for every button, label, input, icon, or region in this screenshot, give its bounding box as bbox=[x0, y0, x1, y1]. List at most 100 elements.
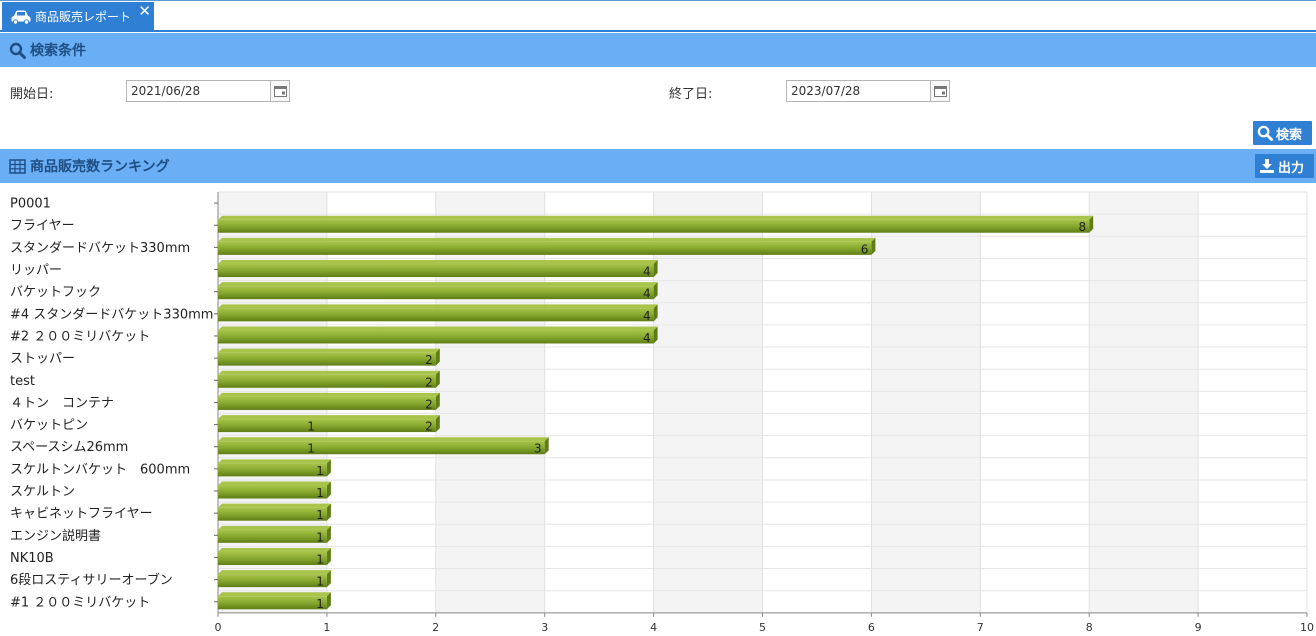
data-label: 4 bbox=[643, 309, 651, 323]
data-label: 1 bbox=[316, 552, 324, 566]
bar bbox=[218, 286, 654, 300]
x-tick-label: 4 bbox=[650, 621, 657, 634]
grid-band bbox=[871, 192, 981, 613]
category-label: P0001 bbox=[10, 197, 51, 212]
bar-top-face bbox=[218, 215, 1094, 220]
bar bbox=[218, 485, 327, 499]
data-label: 8 bbox=[1079, 220, 1087, 234]
ranking-section-header: 商品販売数ランキング 出力 bbox=[0, 149, 1316, 183]
bar-top-face bbox=[218, 481, 331, 486]
data-label: 6 bbox=[861, 242, 869, 256]
data-label: 1 bbox=[316, 575, 324, 589]
search-button-label: 検索 bbox=[1276, 127, 1303, 143]
x-tick-label: 8 bbox=[1086, 621, 1093, 634]
category-label: スケルトン bbox=[10, 485, 75, 500]
bar bbox=[218, 308, 654, 322]
bar bbox=[218, 264, 654, 278]
sales-ranking-chart: 0 1 2 3 4 5 6 7 8 9 10 P0001 フライヤー 8 スタンダードバケット330mm 6 リ… bbox=[10, 191, 1314, 634]
search-section-title: 検索条件 bbox=[30, 43, 86, 59]
bar-top-face bbox=[218, 570, 331, 575]
data-label: 2 bbox=[425, 353, 433, 367]
bar-top-face bbox=[218, 370, 440, 375]
bar-top-face bbox=[218, 237, 876, 242]
bar-top-face bbox=[218, 525, 331, 530]
end-date-input[interactable] bbox=[787, 81, 933, 101]
download-icon bbox=[1260, 159, 1274, 173]
bar-top-face bbox=[218, 260, 658, 265]
bar bbox=[218, 574, 327, 588]
bar bbox=[218, 507, 327, 521]
bar bbox=[218, 241, 872, 255]
data-label: 2 bbox=[425, 397, 433, 411]
category-label: 6段ロスティサリーオーブン bbox=[10, 572, 173, 588]
bar bbox=[218, 551, 327, 565]
tab-strip: 商品販売レポート ✕ bbox=[0, 0, 1316, 32]
category-label: スペースシム26mm bbox=[10, 440, 128, 455]
x-tick-label: 9 bbox=[1195, 621, 1202, 634]
search-button[interactable]: 検索 bbox=[1253, 121, 1312, 145]
end-date-picker bbox=[786, 80, 950, 102]
category-label: スタンダードバケット330mm bbox=[10, 241, 190, 256]
car-icon bbox=[11, 10, 31, 25]
bar-top-face bbox=[218, 326, 658, 331]
x-tick-label: 2 bbox=[432, 621, 439, 634]
search-form: 開始日: 終了日: 検索 bbox=[0, 67, 1316, 149]
category-label: フライヤー bbox=[10, 219, 75, 234]
category-label: バケットフック bbox=[10, 285, 101, 300]
data-label-inner: 1 bbox=[307, 420, 315, 434]
bar-top-face bbox=[218, 282, 658, 287]
search-section-header: 検索条件 bbox=[0, 33, 1316, 67]
bar-top-face bbox=[218, 459, 331, 464]
export-button-label: 出力 bbox=[1278, 160, 1305, 176]
x-tick-label: 6 bbox=[868, 621, 875, 634]
bar bbox=[218, 529, 327, 543]
ranking-section-title: 商品販売数ランキング bbox=[30, 159, 170, 175]
data-label: 3 bbox=[534, 442, 542, 456]
category-label: NK10B bbox=[10, 551, 54, 566]
category-label: バケットピン bbox=[10, 418, 88, 433]
bar-top-face bbox=[218, 437, 549, 442]
data-label: 4 bbox=[643, 287, 651, 301]
x-tick-label: 7 bbox=[977, 621, 984, 634]
bar bbox=[218, 463, 327, 477]
bar-top-face bbox=[218, 547, 331, 552]
category-label: エンジン説明書 bbox=[10, 528, 101, 544]
data-label: 2 bbox=[425, 420, 433, 434]
calendar-icon[interactable] bbox=[930, 81, 949, 101]
grid-band bbox=[435, 192, 545, 613]
x-tick-label: 0 bbox=[215, 621, 222, 634]
x-tick-label: 1 bbox=[323, 621, 330, 634]
data-label: 4 bbox=[643, 265, 651, 279]
calendar-icon[interactable] bbox=[270, 81, 289, 101]
data-label: 1 bbox=[316, 597, 324, 611]
x-tick-label: 10 bbox=[1300, 621, 1314, 634]
bar bbox=[218, 396, 436, 410]
category-label: ストッパー bbox=[10, 352, 75, 367]
bar bbox=[218, 219, 1090, 233]
close-icon[interactable]: ✕ bbox=[138, 4, 151, 19]
data-label: 2 bbox=[425, 375, 433, 389]
search-icon bbox=[9, 42, 26, 59]
category-label: キャビネットフライヤー bbox=[10, 507, 153, 522]
bar bbox=[218, 596, 327, 610]
start-date-input[interactable] bbox=[127, 81, 273, 101]
data-label: 1 bbox=[316, 464, 324, 478]
data-label-inner: 1 bbox=[307, 442, 315, 456]
bar bbox=[218, 374, 436, 388]
tab-label: 商品販売レポート bbox=[35, 10, 132, 24]
bar-top-face bbox=[218, 304, 658, 309]
grid-band bbox=[1089, 192, 1199, 613]
data-label: 4 bbox=[643, 331, 651, 345]
bar-top-face bbox=[218, 392, 440, 397]
start-date-picker bbox=[126, 80, 290, 102]
data-label: 1 bbox=[316, 508, 324, 522]
bar-top-face bbox=[218, 415, 440, 420]
category-label: #2 ２００ミリバケット bbox=[10, 329, 150, 344]
tab-sales-report[interactable]: 商品販売レポート ✕ bbox=[2, 2, 154, 31]
grid-band bbox=[653, 192, 763, 613]
bar-top-face bbox=[218, 503, 331, 508]
export-button[interactable]: 出力 bbox=[1255, 154, 1314, 178]
category-label: リッパー bbox=[10, 263, 62, 278]
bar bbox=[218, 352, 436, 366]
bar bbox=[218, 419, 436, 433]
